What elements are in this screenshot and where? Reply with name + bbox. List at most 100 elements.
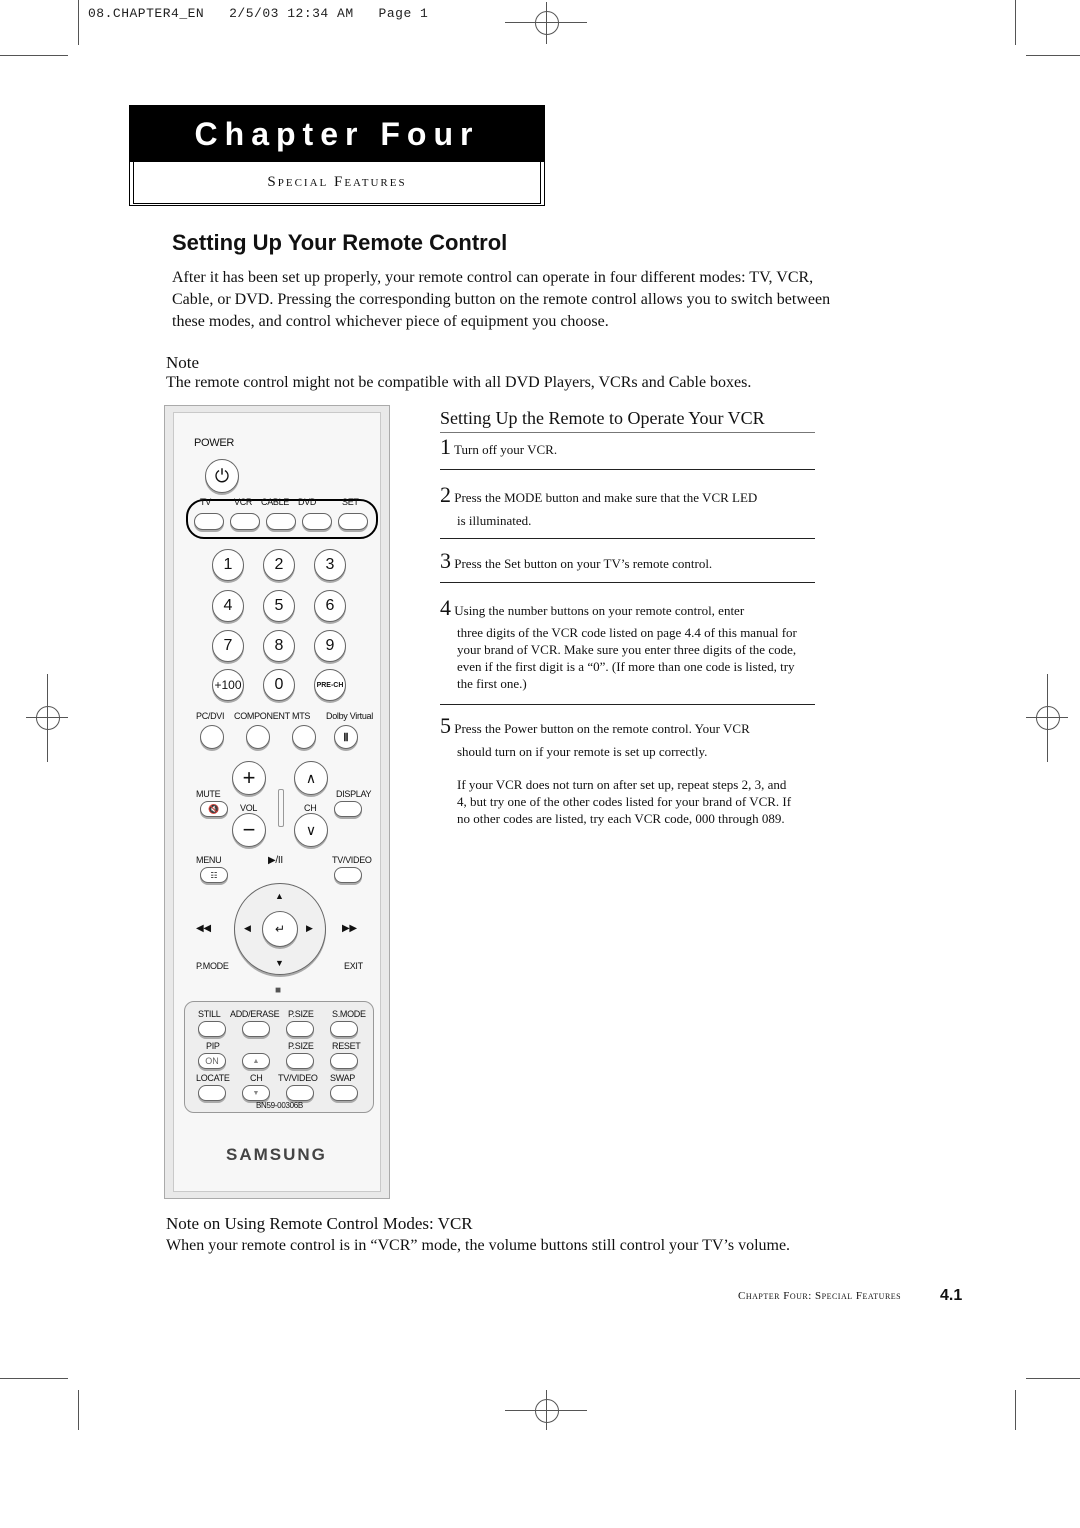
button-label: LOCATE: [196, 1073, 230, 1083]
note-heading: Note: [166, 353, 200, 372]
step-text-continued: is illuminated.: [457, 513, 532, 528]
stop-icon: ■: [275, 985, 281, 996]
keypad-button: 0: [263, 669, 295, 701]
pmode-label: P.MODE: [196, 961, 229, 971]
step-number: 1: [440, 434, 451, 459]
button-label: ADD/ERASE: [230, 1009, 280, 1019]
button-label: S.MODE: [332, 1009, 366, 1019]
keypad-button: +100: [212, 669, 244, 701]
enter-icon: ↵: [274, 922, 286, 936]
divider: [278, 789, 284, 827]
volume-down-button: −: [232, 813, 266, 847]
mode-label: TV: [200, 497, 211, 507]
step-number: 4: [440, 595, 451, 620]
crop-mark: [0, 1378, 68, 1379]
keypad-button: 1: [212, 549, 244, 581]
rewind-icon: ◀◀: [196, 923, 211, 934]
divider: [440, 582, 815, 583]
enter-button: ↵: [262, 911, 298, 947]
button-label: CH: [250, 1073, 263, 1083]
brand-logo: SAMSUNG: [226, 1145, 327, 1164]
button-label: P.SIZE: [288, 1041, 314, 1051]
mode-label: VCR: [234, 497, 253, 507]
step-text-continued: three digits of the VCR code listed on p…: [457, 625, 797, 691]
channel-down-button: ∨: [294, 813, 328, 847]
button-label: PC/DVI: [196, 711, 225, 721]
button-label: RESET: [332, 1041, 361, 1051]
keypad-button: 3: [314, 549, 346, 581]
crop-mark: [0, 55, 68, 56]
keypad-button: 2: [263, 549, 295, 581]
down-arrow-icon: ▼: [275, 958, 284, 968]
step-number: 3: [440, 548, 451, 573]
mute-icon: 🔇: [208, 803, 220, 814]
keypad-button: 4: [212, 590, 244, 622]
crop-mark: [78, 0, 79, 45]
down-arrow-icon: ▼: [252, 1089, 260, 1097]
keypad-button: 9: [314, 630, 346, 662]
mode-button: [194, 513, 224, 530]
step-text-continued: should turn on if your remote is set up …: [457, 744, 708, 759]
crop-mark: [78, 1390, 79, 1430]
chapter-title: Chapter Four: [130, 106, 544, 162]
button-label: COMPONENT: [234, 711, 290, 721]
mode-label: CABLE: [261, 497, 290, 507]
page-number: 4.1: [940, 1287, 963, 1304]
component-button: [246, 725, 270, 749]
dolby-icon: Ⅱ: [343, 731, 349, 744]
step-text: Using the number buttons on your remote …: [454, 603, 745, 618]
pip-label: PIP: [206, 1041, 220, 1051]
mts-button: [292, 725, 316, 749]
divider: [440, 704, 815, 705]
up-arrow-icon: ▲: [252, 1057, 260, 1065]
channel-up-button: ∧: [294, 761, 328, 795]
note-text: The remote control might not be compatib…: [166, 374, 752, 391]
power-icon: ⏻: [214, 465, 230, 486]
chevron-down-icon: ∨: [305, 821, 317, 838]
step-number: 5: [440, 713, 451, 738]
step-item: 4 Using the number buttons on your remot…: [440, 597, 815, 692]
plus-icon: +: [242, 765, 256, 790]
step-text: Press the MODE button and make sure that…: [454, 490, 758, 505]
button-label: MTS: [292, 711, 311, 721]
power-label: POWER: [194, 437, 235, 449]
crop-mark: [1015, 1390, 1016, 1430]
divider: [440, 538, 815, 539]
remote-control-illustration: POWER ⏻ TV VCR CABLE DVD SET 1 2 3 4 5 6…: [164, 405, 390, 1199]
add-erase-button: [242, 1021, 270, 1037]
chapter-subtitle: Special Features: [133, 162, 541, 204]
power-button: ⏻: [205, 459, 239, 493]
chapter-banner: Chapter Four Special Features: [129, 105, 545, 206]
pip-ch-up-button: ▲: [242, 1053, 270, 1069]
steps-title: Setting Up the Remote to Operate Your VC…: [440, 408, 765, 428]
mode-button: [338, 513, 368, 530]
up-arrow-icon: ▲: [275, 891, 284, 901]
display-label: DISPLAY: [336, 789, 372, 799]
psize-button: [286, 1021, 314, 1037]
tv-video-button: [334, 867, 362, 883]
mode-button: [230, 513, 260, 530]
step-item: 3 Press the Set button on your TV’s remo…: [440, 550, 815, 572]
crop-mark: [1026, 1378, 1080, 1379]
pip-tv-video-button: [286, 1085, 314, 1101]
bottom-note-text: When your remote control is in “VCR” mod…: [166, 1237, 791, 1254]
step-item: 1 Turn off your VCR.: [440, 436, 815, 458]
dolby-virtual-button: Ⅱ: [334, 725, 358, 749]
right-arrow-icon: ▶: [306, 923, 313, 933]
tv-video-label: TV/VIDEO: [332, 855, 372, 865]
ch-label: CH: [304, 803, 317, 813]
pip-ch-down-button: ▼: [242, 1085, 270, 1101]
keypad-button: 8: [263, 630, 295, 662]
locate-button: [198, 1085, 226, 1101]
left-arrow-icon: ◀: [244, 923, 251, 933]
keypad-button: 5: [263, 590, 295, 622]
menu-label: MENU: [196, 855, 222, 865]
pc-dvi-button: [200, 725, 224, 749]
pip-on-button: ON: [198, 1053, 226, 1069]
mode-label: DVD: [298, 497, 317, 507]
play-pause-label: ▶/II: [268, 855, 283, 866]
keypad-button: 7: [212, 630, 244, 662]
mode-button: [266, 513, 296, 530]
menu-button: ☷: [200, 867, 228, 883]
crop-mark: [1015, 0, 1016, 45]
